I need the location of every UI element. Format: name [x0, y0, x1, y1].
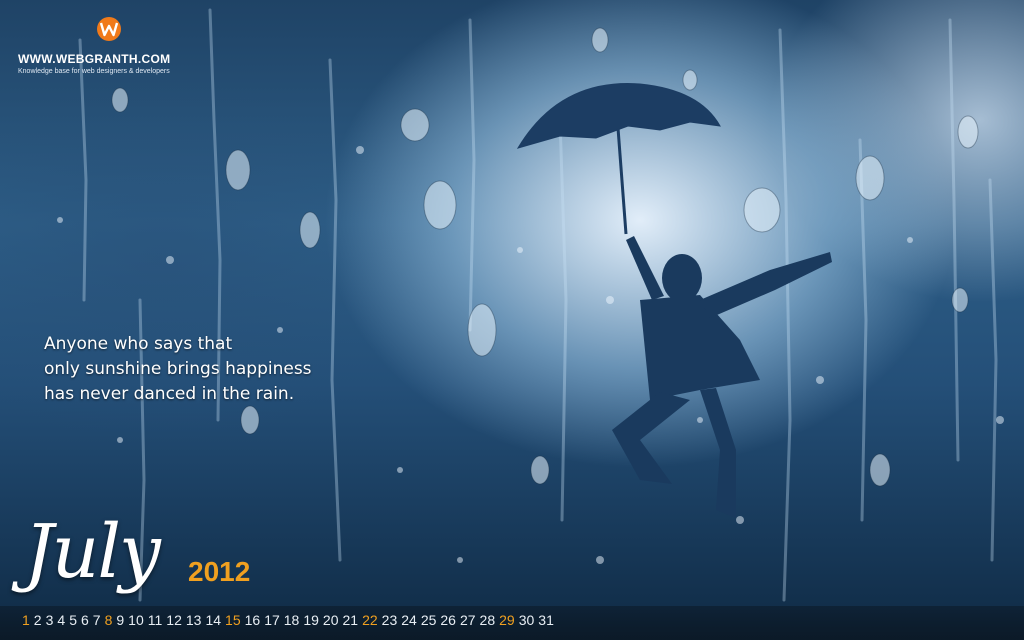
calendar-day: 11: [147, 612, 163, 628]
calendar-day: 14: [205, 612, 222, 628]
calendar-day: 23: [381, 612, 398, 628]
logo-site-name: WWW.WEBGRANTH.COM: [18, 52, 171, 66]
calendar-day: 13: [185, 612, 202, 628]
calendar-day: 28: [479, 612, 496, 628]
calendar-day: 19: [303, 612, 319, 628]
calendar-day: 30: [518, 612, 535, 628]
calendar-day: 2: [33, 612, 42, 628]
webgranth-w-logo-icon: [97, 17, 121, 41]
calendar-day: 3: [45, 612, 54, 628]
calendar-day: 7: [92, 612, 101, 628]
calendar-day: 20: [322, 612, 339, 628]
calendar-day: 8: [104, 612, 113, 628]
calendar-day: 15: [225, 612, 241, 628]
calendar-day: 18: [283, 612, 300, 628]
calendar-day: 21: [342, 612, 359, 628]
quote-line-2: only sunshine brings happiness: [44, 359, 312, 379]
calendar-day: 27: [459, 612, 476, 628]
calendar-day: 17: [264, 612, 280, 628]
calendar-day: 6: [80, 612, 89, 628]
calendar-month: July: [24, 509, 161, 595]
calendar-day: 12: [166, 612, 182, 628]
calendar-day: 25: [420, 612, 437, 628]
umbrella-icon: [516, 83, 721, 235]
calendar-day: 9: [116, 612, 125, 628]
dancing-girl-silhouette: [612, 236, 832, 518]
quote-text: Anyone who says that only sunshine bring…: [44, 332, 312, 407]
calendar-day: 16: [244, 612, 261, 628]
calendar-day: 4: [57, 612, 66, 628]
quote-line-3: has never danced in the rain.: [44, 384, 295, 404]
calendar-day: 5: [69, 612, 77, 628]
calendar-day: 22: [362, 612, 378, 628]
calendar-day: 24: [401, 612, 417, 628]
calendar-day: 1: [22, 612, 30, 628]
calendar-day: 10: [128, 612, 144, 628]
calendar-day: 29: [499, 612, 515, 628]
calendar-days: 1 2 3 4 5 6 7 8 9 10 11 12 13 14 15 16 17 18 19 20 21 22 23 24 2…: [20, 612, 556, 628]
calendar-year: 2012: [188, 556, 251, 587]
logo-tagline: Knowledge base for web designers & devel…: [18, 68, 170, 75]
calendar-day: 31: [538, 612, 554, 628]
quote-line-1: Anyone who says that: [44, 334, 233, 354]
calendar-day: 26: [440, 612, 456, 628]
